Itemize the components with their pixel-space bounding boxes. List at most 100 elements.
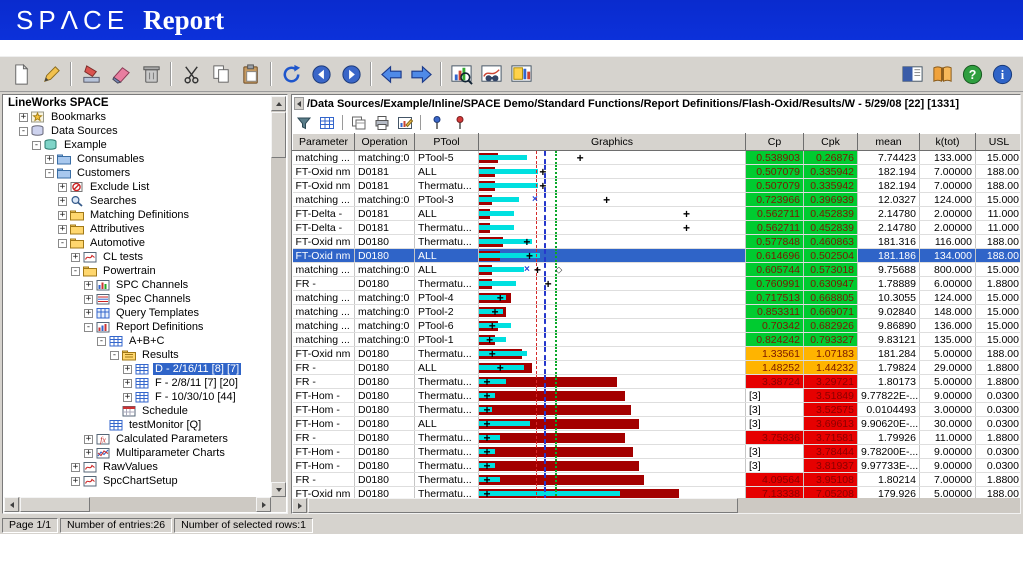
table-row[interactable]: FT-Hom - D0180 Thermatu... + [3] 3.78444 9.782… bbox=[292, 444, 1020, 459]
collapse-toggle[interactable]: - bbox=[19, 126, 28, 136]
column-header-cpk[interactable]: Cpk bbox=[803, 133, 858, 151]
table-row-selected[interactable]: FT-Oxid nm D0180 ALL +0.614696 0.502504 181.1… bbox=[292, 248, 1020, 263]
column-header-mean[interactable]: mean bbox=[857, 133, 920, 151]
tree-vscroll-thumb[interactable] bbox=[271, 112, 286, 158]
table-scroll-right-button[interactable] bbox=[292, 498, 307, 513]
chart-table-button[interactable] bbox=[506, 60, 536, 88]
tree-item[interactable]: testMonitor [Q] bbox=[6, 418, 270, 432]
column-header-k-tot[interactable]: k(tot) bbox=[919, 133, 976, 151]
refresh-button[interactable] bbox=[276, 60, 306, 88]
tree-item[interactable]: + F - 10/30/10 [44] bbox=[6, 390, 270, 404]
table-row[interactable]: FR - D0180 Thermatu... +0.760991 0.630947 1.7… bbox=[292, 276, 1020, 291]
tree-item[interactable]: + CL tests bbox=[6, 250, 270, 264]
tree-item[interactable]: + Spec Channels bbox=[6, 292, 270, 306]
filter-funnel-button[interactable] bbox=[294, 114, 314, 132]
table-row[interactable]: FT-Hom - D0180 Thermatu... + [3] 3.81937 9.977… bbox=[292, 458, 1020, 473]
tree-item[interactable]: - Customers bbox=[6, 166, 270, 180]
table-row[interactable]: FT-Hom - D0180 Thermatu... + [3] 3.51849 9.778… bbox=[292, 388, 1020, 403]
column-header-operation[interactable]: Operation bbox=[354, 133, 415, 151]
tree-item-selected[interactable]: + D - 2/16/11 [8] [7] bbox=[6, 362, 270, 376]
expand-toggle[interactable]: + bbox=[58, 210, 67, 220]
modify-tool-button[interactable] bbox=[76, 60, 106, 88]
expand-toggle[interactable]: + bbox=[71, 462, 80, 472]
tree-item[interactable]: + Bookmarks bbox=[6, 110, 270, 124]
expand-toggle[interactable]: + bbox=[58, 182, 67, 192]
tree-vertical-scrollbar[interactable] bbox=[271, 96, 286, 497]
tree-root[interactable]: LineWorks SPACE bbox=[6, 96, 270, 110]
table-row[interactable]: FT-Delta - D0181 ALL +0.562711 0.452839 2.147… bbox=[292, 206, 1020, 221]
tree-item[interactable]: + SPC Channels bbox=[6, 278, 270, 292]
table-row[interactable]: FT-Oxid nm D0181 ALL +0.507079 0.335942 182.1… bbox=[292, 164, 1020, 179]
tree-item[interactable]: + RawValues bbox=[6, 460, 270, 474]
table-row[interactable]: FT-Hom - D0180 Thermatu... + [3] 3.52575 0.010… bbox=[292, 402, 1020, 417]
scroll-left-button[interactable] bbox=[4, 497, 19, 512]
table-row[interactable]: FT-Oxid nm D0181 Thermatu... +0.507079 0.335… bbox=[292, 178, 1020, 193]
collapse-toggle[interactable]: - bbox=[71, 266, 80, 276]
collapse-toggle[interactable]: - bbox=[84, 322, 93, 332]
tree-item[interactable]: + Searches bbox=[6, 194, 270, 208]
expand-toggle[interactable]: + bbox=[123, 378, 132, 388]
tree-item[interactable]: + Multiparameter Charts bbox=[6, 446, 270, 460]
tree-item[interactable]: - Report Definitions bbox=[6, 320, 270, 334]
eraser-button[interactable] bbox=[106, 60, 136, 88]
tree-item[interactable]: - Results bbox=[6, 348, 270, 362]
table-row[interactable]: matching ... matching:0 PTool-4 +0.717513 0.… bbox=[292, 290, 1020, 305]
table-row[interactable]: FR - D0180 Thermatu... +3.75836 3.71581 1.799… bbox=[292, 430, 1020, 445]
column-header-parameter[interactable]: Parameter bbox=[292, 133, 355, 151]
nav-back-button[interactable] bbox=[306, 60, 336, 88]
tree-item[interactable]: + Attributives bbox=[6, 222, 270, 236]
tree-item[interactable]: + SpcChartSetup bbox=[6, 474, 270, 488]
expand-toggle[interactable]: + bbox=[84, 448, 93, 458]
chart-edit-button[interactable] bbox=[395, 114, 415, 132]
column-header-cp[interactable]: Cp bbox=[745, 133, 804, 151]
pin-blue-button[interactable] bbox=[427, 114, 447, 132]
table-row[interactable]: FR - D0180 ALL +1.48252 1.44232 1.79824 29.000… bbox=[292, 360, 1020, 375]
expand-toggle[interactable]: + bbox=[84, 294, 93, 304]
tree-horizontal-scrollbar[interactable] bbox=[4, 497, 271, 512]
copy-table-button[interactable] bbox=[349, 114, 369, 132]
help-button[interactable]: ? bbox=[957, 60, 987, 88]
expand-toggle[interactable]: + bbox=[19, 112, 28, 122]
scroll-up-button[interactable] bbox=[271, 96, 286, 111]
column-header-ptool[interactable]: PTool bbox=[414, 133, 479, 151]
collapse-toggle[interactable]: - bbox=[58, 238, 67, 248]
table-horizontal-scrollbar[interactable] bbox=[292, 498, 1020, 513]
tree-item[interactable]: - Powertrain bbox=[6, 264, 270, 278]
collapse-toggle[interactable]: - bbox=[110, 350, 119, 360]
scroll-right-button[interactable] bbox=[256, 497, 271, 512]
tree-hscroll-thumb[interactable] bbox=[20, 497, 90, 512]
expand-toggle[interactable]: + bbox=[71, 476, 80, 486]
tree-item[interactable]: - Data Sources bbox=[6, 124, 270, 138]
collapse-toggle[interactable]: - bbox=[32, 140, 41, 150]
expand-toggle[interactable]: + bbox=[58, 224, 67, 234]
tree-item[interactable]: + Consumables bbox=[6, 152, 270, 166]
collapse-panel-button[interactable] bbox=[294, 97, 304, 110]
table-row[interactable]: FR - D0180 Thermatu... +3.38724 3.29721 1.801… bbox=[292, 374, 1020, 389]
expand-toggle[interactable]: + bbox=[45, 154, 54, 164]
table-row[interactable]: FT-Oxid nm D0180 Thermatu... +1.33561 1.0718… bbox=[292, 346, 1020, 361]
expand-toggle[interactable]: + bbox=[71, 252, 80, 262]
chart-zoom-button[interactable] bbox=[446, 60, 476, 88]
book-button[interactable] bbox=[927, 60, 957, 88]
data-grid-button[interactable] bbox=[317, 114, 337, 132]
table-row[interactable]: matching ... matching:0 PTool-3 × +0.723966 0… bbox=[292, 192, 1020, 207]
table-row[interactable]: FT-Oxid nm D0180 Thermatu... +7.13338 7.0520… bbox=[292, 486, 1020, 498]
collapse-toggle[interactable]: - bbox=[97, 336, 106, 346]
table-row[interactable]: FT-Oxid nm D0180 Thermatu... +0.577848 0.460… bbox=[292, 234, 1020, 249]
nav-forward-button[interactable] bbox=[336, 60, 366, 88]
expand-toggle[interactable]: + bbox=[84, 434, 93, 444]
pin-red-button[interactable] bbox=[450, 114, 470, 132]
table-row[interactable]: matching ... matching:0 ALL × ◇ +0.605744 0.57… bbox=[292, 262, 1020, 277]
info-button[interactable]: i bbox=[987, 60, 1017, 88]
trash-button[interactable] bbox=[136, 60, 166, 88]
expand-toggle[interactable]: + bbox=[58, 196, 67, 206]
table-row[interactable]: FR - D0180 Thermatu... +4.09564 3.95108 1.802… bbox=[292, 472, 1020, 487]
tree-item[interactable]: - Example bbox=[6, 138, 270, 152]
table-row[interactable]: FT-Delta - D0181 Thermatu... +0.562711 0.452… bbox=[292, 220, 1020, 235]
new-document-button[interactable] bbox=[6, 60, 36, 88]
arrow-right-button[interactable] bbox=[406, 60, 436, 88]
collapse-toggle[interactable]: - bbox=[45, 168, 54, 178]
column-header-graphics[interactable]: Graphics bbox=[478, 133, 746, 151]
table-row[interactable]: matching ... matching:0 PTool-6 +0.70342 0.6… bbox=[292, 318, 1020, 333]
tree-item[interactable]: + Query Templates bbox=[6, 306, 270, 320]
